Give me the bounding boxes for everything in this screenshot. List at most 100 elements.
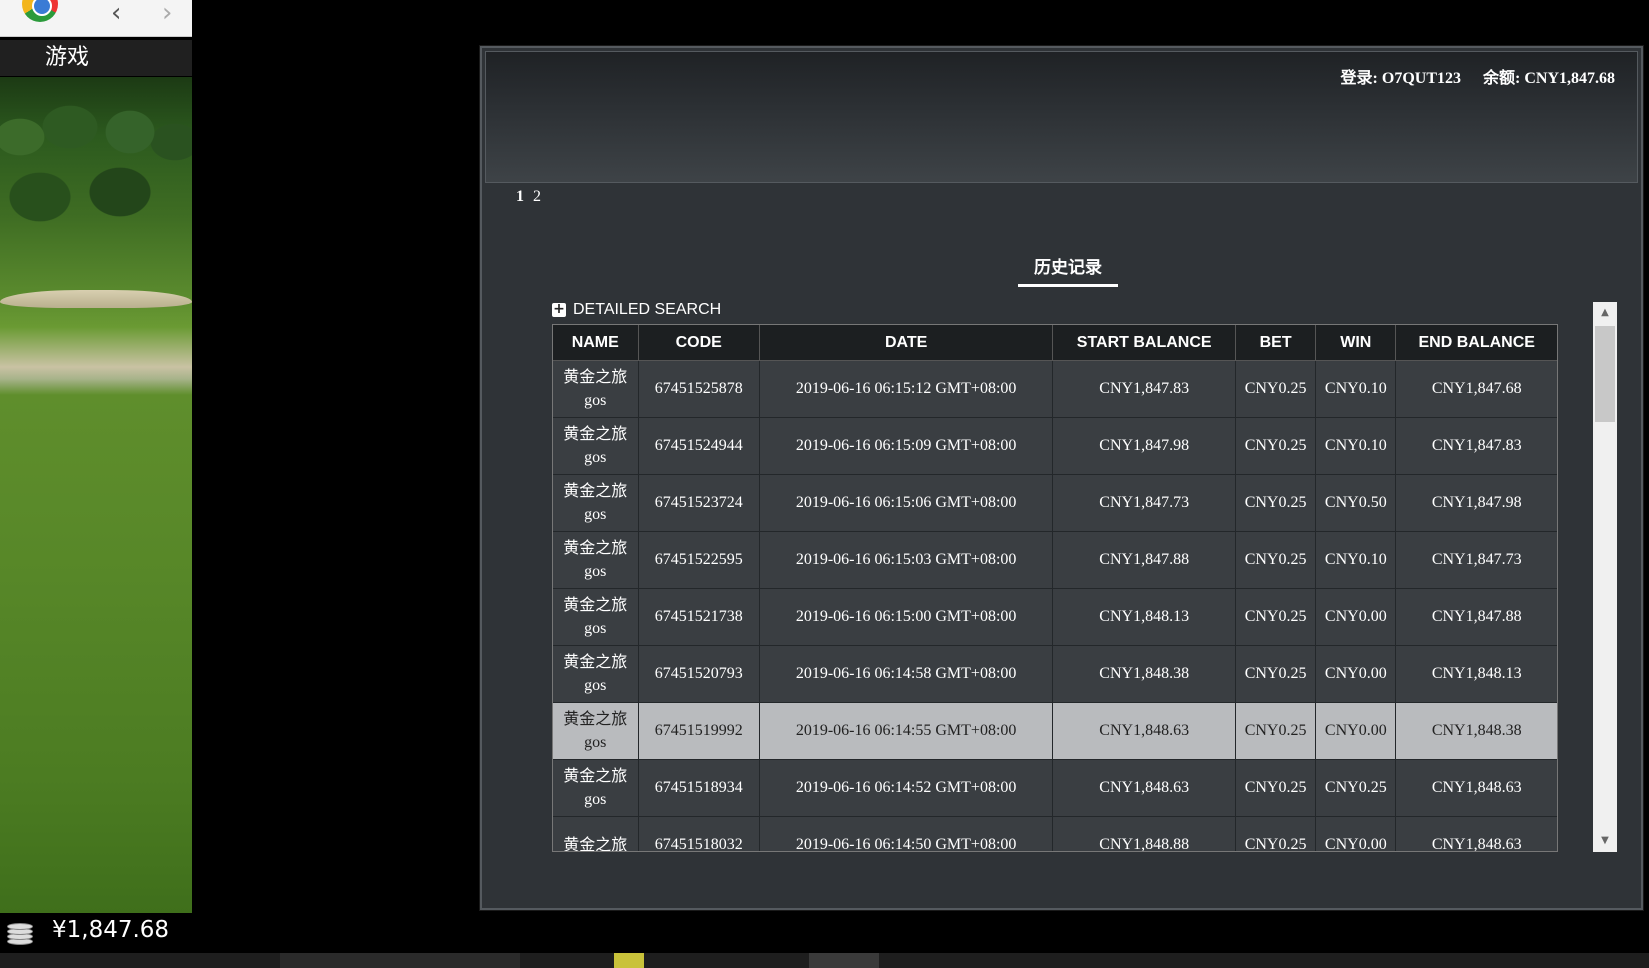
table-header-row: NAME CODE DATE START BALANCE BET WIN END… bbox=[552, 324, 1558, 361]
date-cell: 2019-06-16 06:15:06 GMT+08:00 bbox=[758, 474, 1054, 532]
game-name: 黄金之旅 bbox=[563, 711, 628, 728]
bet-cell: CNY0.25 bbox=[1234, 759, 1317, 817]
history-tab[interactable]: 历史记录 bbox=[1018, 253, 1118, 287]
coins-icon bbox=[7, 922, 39, 948]
table-row[interactable]: 黄金之旅 gos 67451518934 2019-06-16 06:14:52 GM… bbox=[552, 759, 1558, 817]
bet-cell: CNY0.25 bbox=[1234, 702, 1317, 760]
bet-cell: CNY0.25 bbox=[1234, 816, 1317, 852]
detailed-search-label[interactable]: DETAILED SEARCH bbox=[573, 301, 721, 319]
game-code: gos bbox=[584, 563, 607, 580]
end-balance-cell: CNY1,847.68 bbox=[1395, 360, 1558, 418]
date-cell: 2019-06-16 06:15:03 GMT+08:00 bbox=[758, 531, 1054, 589]
name-cell: 黄金之旅 gos bbox=[552, 360, 639, 418]
game-name: 黄金之旅 bbox=[563, 836, 628, 853]
scrollbar-thumb[interactable] bbox=[1595, 326, 1615, 422]
name-cell: 黄金之旅 gos bbox=[552, 417, 639, 475]
bet-cell: CNY0.25 bbox=[1234, 360, 1317, 418]
start-balance-cell: CNY1,847.98 bbox=[1052, 417, 1236, 475]
table-row[interactable]: 黄金之旅 gos 67451519992 2019-06-16 06:14:55 GM… bbox=[552, 702, 1558, 760]
name-cell: 黄金之旅 gos bbox=[552, 759, 639, 817]
code-cell: 67451520793 bbox=[637, 645, 760, 703]
game-code: gos bbox=[584, 392, 607, 409]
start-balance-cell: CNY1,848.38 bbox=[1052, 645, 1236, 703]
game-name: 黄金之旅 bbox=[563, 483, 628, 500]
taskbar-item[interactable] bbox=[280, 953, 520, 968]
table-row[interactable]: 黄金之旅 gos 67451522595 2019-06-16 06:15:03 GM… bbox=[552, 531, 1558, 589]
code-cell: 67451519992 bbox=[637, 702, 760, 760]
start-balance-cell: CNY1,848.63 bbox=[1052, 759, 1236, 817]
code-cell: 67451518934 bbox=[637, 759, 760, 817]
table-row[interactable]: 黄金之旅 gos 67451525878 2019-06-16 06:15:12 GM… bbox=[552, 360, 1558, 418]
vertical-scrollbar[interactable]: ▲ ▼ bbox=[1593, 302, 1617, 852]
date-cell: 2019-06-16 06:15:00 GMT+08:00 bbox=[758, 588, 1054, 646]
account-info: 登录: O7QUT123 余额: CNY1,847.68 bbox=[1341, 64, 1615, 88]
win-cell: CNY0.10 bbox=[1315, 531, 1397, 589]
page-link-2[interactable]: 2 bbox=[533, 188, 541, 205]
name-cell: 黄金之旅 gos bbox=[552, 531, 639, 589]
code-cell: 67451521738 bbox=[637, 588, 760, 646]
start-balance-cell: CNY1,848.63 bbox=[1052, 702, 1236, 760]
end-balance-cell: CNY1,847.98 bbox=[1395, 474, 1558, 532]
game-name: 黄金之旅 bbox=[563, 540, 628, 557]
column-header-bet[interactable]: BET bbox=[1234, 324, 1317, 361]
bet-cell: CNY0.25 bbox=[1234, 474, 1317, 532]
end-balance-cell: CNY1,848.13 bbox=[1395, 645, 1558, 703]
column-header-date[interactable]: DATE bbox=[758, 324, 1054, 361]
table-row[interactable]: 黄金之旅 gos 67451524944 2019-06-16 06:15:09 GM… bbox=[552, 417, 1558, 475]
end-balance-cell: CNY1,847.73 bbox=[1395, 531, 1558, 589]
end-balance-cell: CNY1,848.63 bbox=[1395, 759, 1558, 817]
balance-amount: ¥1,847.68 bbox=[52, 917, 170, 943]
page-link-1[interactable]: 1 bbox=[516, 188, 524, 205]
table-row[interactable]: 黄金之旅 gos 67451521738 2019-06-16 06:15:00 GM… bbox=[552, 588, 1558, 646]
bet-cell: CNY0.25 bbox=[1234, 588, 1317, 646]
end-balance-cell: CNY1,848.38 bbox=[1395, 702, 1558, 760]
browser-logo-icon[interactable] bbox=[22, 0, 58, 22]
end-balance-cell: CNY1,848.63 bbox=[1395, 816, 1558, 852]
start-balance-cell: CNY1,848.13 bbox=[1052, 588, 1236, 646]
game-name: 黄金之旅 bbox=[563, 369, 628, 386]
game-code: gos bbox=[584, 620, 607, 637]
column-header-name[interactable]: NAME bbox=[552, 324, 639, 361]
table-row[interactable]: 黄金之旅 gos 67451523724 2019-06-16 06:15:06 GM… bbox=[552, 474, 1558, 532]
date-cell: 2019-06-16 06:14:58 GMT+08:00 bbox=[758, 645, 1054, 703]
taskbar bbox=[0, 953, 1649, 968]
trees-image bbox=[0, 77, 192, 237]
bet-cell: CNY0.25 bbox=[1234, 645, 1317, 703]
triangle-up-icon[interactable]: ▲ bbox=[1593, 302, 1617, 324]
taskbar-item[interactable] bbox=[809, 953, 879, 968]
column-header-start-balance[interactable]: START BALANCE bbox=[1052, 324, 1236, 361]
history-table-body: 黄金之旅 gos 67451525878 2019-06-16 06:15:12 GM… bbox=[552, 360, 1558, 853]
column-header-end-balance[interactable]: END BALANCE bbox=[1395, 324, 1558, 361]
date-cell: 2019-06-16 06:14:55 GMT+08:00 bbox=[758, 702, 1054, 760]
bet-cell: CNY0.25 bbox=[1234, 417, 1317, 475]
plus-box-icon[interactable]: + bbox=[552, 302, 566, 317]
game-sidebar: ‹ › 游戏 ¥1,847.68 bbox=[0, 0, 192, 968]
column-header-win[interactable]: WIN bbox=[1315, 324, 1397, 361]
win-cell: CNY0.00 bbox=[1315, 816, 1397, 852]
games-tab[interactable]: 游戏 bbox=[0, 40, 192, 76]
game-code: gos bbox=[584, 791, 607, 808]
name-cell: 黄金之旅 bbox=[552, 816, 639, 853]
code-cell: 67451524944 bbox=[637, 417, 760, 475]
triangle-down-icon[interactable]: ▼ bbox=[1593, 830, 1617, 852]
date-cell: 2019-06-16 06:15:12 GMT+08:00 bbox=[758, 360, 1054, 418]
name-cell: 黄金之旅 gos bbox=[552, 702, 639, 760]
taskbar-item[interactable] bbox=[614, 953, 644, 968]
date-cell: 2019-06-16 06:15:09 GMT+08:00 bbox=[758, 417, 1054, 475]
detailed-search-toggle[interactable]: + DETAILED SEARCH bbox=[552, 301, 721, 319]
date-cell: 2019-06-16 06:14:50 GMT+08:00 bbox=[758, 816, 1054, 852]
win-cell: CNY0.10 bbox=[1315, 360, 1397, 418]
win-cell: CNY0.00 bbox=[1315, 645, 1397, 703]
pagination: 12 bbox=[516, 188, 550, 206]
dialog-header: 登录: O7QUT123 余额: CNY1,847.68 bbox=[485, 51, 1638, 183]
chevron-right-icon[interactable]: › bbox=[162, 0, 172, 26]
table-row[interactable]: 黄金之旅 67451518032 2019-06-16 06:14:50 GMT+0… bbox=[552, 816, 1558, 853]
end-balance-cell: CNY1,847.83 bbox=[1395, 417, 1558, 475]
column-header-code[interactable]: CODE bbox=[637, 324, 760, 361]
header-balance: 余额: CNY1,847.68 bbox=[1483, 70, 1615, 87]
chevron-left-icon[interactable]: ‹ bbox=[111, 0, 121, 26]
start-balance-cell: CNY1,847.73 bbox=[1052, 474, 1236, 532]
table-row[interactable]: 黄金之旅 gos 67451520793 2019-06-16 06:14:58 GM… bbox=[552, 645, 1558, 703]
history-dialog: 登录: O7QUT123 余额: CNY1,847.68 12 历史记录 + DE… bbox=[480, 46, 1643, 910]
game-name: 黄金之旅 bbox=[563, 597, 628, 614]
